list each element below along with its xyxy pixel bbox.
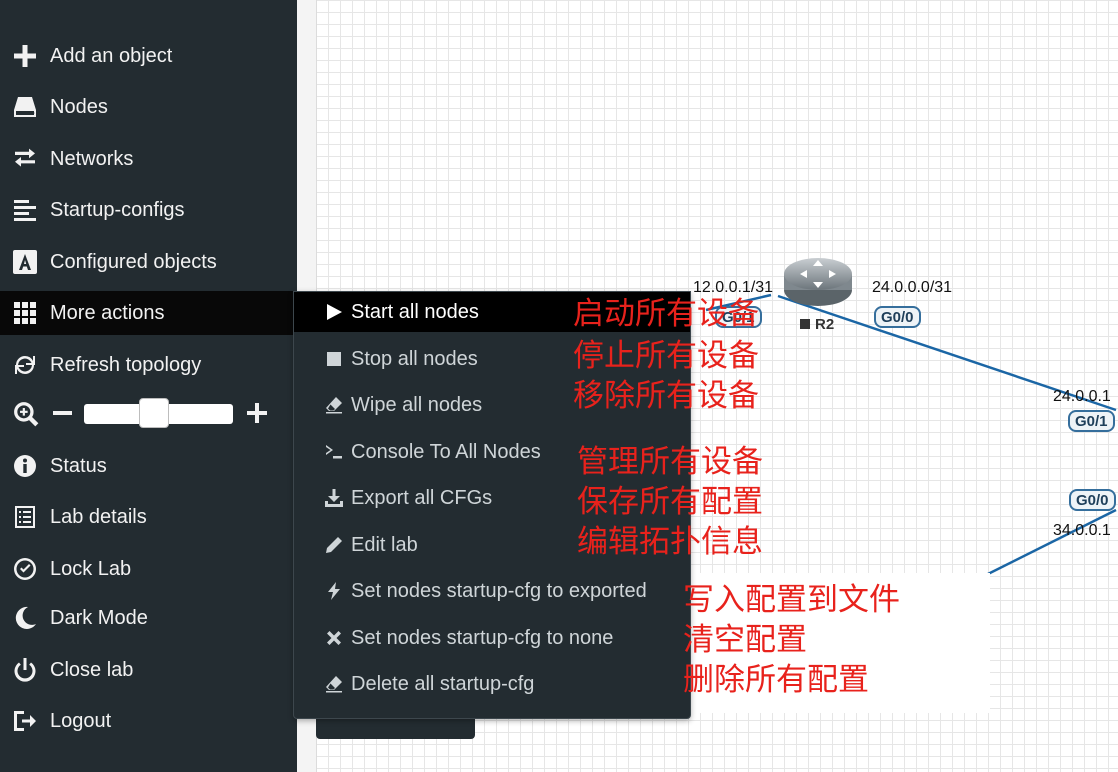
sidebar-item-label: Logout <box>50 709 112 732</box>
sidebar-item-label: More actions <box>50 301 165 324</box>
link-g00-lower[interactable] <box>985 508 1117 577</box>
logout-icon <box>12 708 38 734</box>
router-icon[interactable] <box>782 250 854 310</box>
zoom-icon <box>14 402 39 427</box>
terminal-icon <box>324 442 344 462</box>
menu-item-label: Wipe all nodes <box>351 393 483 416</box>
sidebar-item-label: Networks <box>50 147 134 170</box>
menu-item-label: Stop all nodes <box>351 347 478 370</box>
x-icon <box>324 628 344 648</box>
sidebar-item-label: Nodes <box>50 95 108 118</box>
sidebar-item-close-lab[interactable]: Close lab <box>0 648 297 692</box>
annotation-text: 启动所有设备 <box>573 296 759 332</box>
sidebar: Add an object Nodes Networks Startup-con… <box>0 0 300 772</box>
port-label[interactable]: G0/0 <box>1069 489 1116 511</box>
port-label[interactable]: G0/1 <box>1068 410 1115 432</box>
eraser-icon <box>324 395 344 415</box>
sidebar-item-more-actions[interactable]: More actions <box>0 291 300 335</box>
moon-icon <box>12 605 38 631</box>
hdd-icon <box>12 94 38 120</box>
sidebar-item-label: Refresh topology <box>50 353 202 376</box>
download-icon <box>324 488 344 508</box>
sidebar-item-networks[interactable]: Networks <box>0 137 297 181</box>
plus-icon <box>12 43 38 69</box>
play-icon <box>324 302 344 322</box>
power-icon <box>12 657 38 683</box>
annotation-text: 停止所有设备 <box>573 338 759 374</box>
interface-ip-label: 34.0.0.1 <box>1053 522 1111 539</box>
menu-item-label: Delete all startup-cfg <box>351 672 535 695</box>
sidebar-item-status[interactable]: Status <box>0 444 297 488</box>
menu-item-label: Start all nodes <box>351 300 479 323</box>
info-icon <box>12 453 38 479</box>
sidebar-item-label: Close lab <box>50 658 134 681</box>
sidebar-item-label: Lock Lab <box>50 557 132 580</box>
annotation-text: 删除所有配置 <box>683 662 869 698</box>
sidebar-item-refresh-topology[interactable]: Refresh topology <box>0 343 297 387</box>
align-left-icon <box>12 197 38 223</box>
bolt-icon <box>324 581 344 601</box>
sidebar-item-label: Add an object <box>50 44 173 67</box>
sidebar-item-label: Configured objects <box>50 250 217 273</box>
refresh-icon <box>12 352 38 378</box>
menu-item-label: Edit lab <box>351 533 418 556</box>
pencil-icon <box>324 535 344 555</box>
port-label[interactable]: G0/0 <box>874 306 921 328</box>
menu-item-label: Console To All Nodes <box>351 440 541 463</box>
sidebar-item-logout[interactable]: Logout <box>0 699 297 743</box>
menu-item-set-startup-cfg-none[interactable]: Set nodes startup-cfg to none <box>294 616 690 660</box>
interface-ip-label: 24.0.0.0/31 <box>872 279 953 296</box>
annotation-text: 清空配置 <box>683 622 807 658</box>
font-a-icon <box>12 249 38 275</box>
node-status-icon <box>800 319 810 329</box>
list-icon <box>12 504 38 530</box>
exchange-icon <box>12 146 38 172</box>
grid-icon <box>12 300 38 326</box>
sidebar-item-lock-lab[interactable]: Lock Lab <box>0 547 297 591</box>
annotation-text: 写入配置到文件 <box>683 582 900 618</box>
sidebar-item-startup-configs[interactable]: Startup-configs <box>0 188 297 232</box>
zoom-slider-thumb[interactable] <box>138 398 169 428</box>
sidebar-item-configured-objects[interactable]: Configured objects <box>0 240 297 284</box>
menu-item-set-startup-cfg-exported[interactable]: Set nodes startup-cfg to exported <box>294 569 690 613</box>
sidebar-item-label: Status <box>50 454 107 477</box>
stop-icon <box>324 349 344 369</box>
interface-ip-label: 24.0.0.1 <box>1053 388 1111 405</box>
annotation-text: 移除所有设备 <box>573 378 759 414</box>
annotation-text: 保存所有配置 <box>577 484 763 520</box>
eraser-icon <box>324 674 344 694</box>
annotation-text: 编辑拓扑信息 <box>577 524 763 560</box>
sidebar-item-dark-mode[interactable]: Dark Mode <box>0 596 297 640</box>
sidebar-item-label: Startup-configs <box>50 198 185 221</box>
check-circle-icon <box>12 556 38 582</box>
sidebar-item-add-object[interactable]: Add an object <box>0 34 297 78</box>
sidebar-item-label: Lab details <box>50 505 147 528</box>
sidebar-item-label: Dark Mode <box>50 606 148 629</box>
sidebar-item-nodes[interactable]: Nodes <box>0 85 297 129</box>
menu-item-label: Export all CFGs <box>351 486 493 509</box>
annotation-text: 管理所有设备 <box>577 444 763 480</box>
zoom-in-button[interactable] <box>246 402 268 424</box>
menu-item-delete-all-startup-cfg[interactable]: Delete all startup-cfg <box>294 662 690 706</box>
menu-item-label: Set nodes startup-cfg to exported <box>351 579 647 602</box>
zoom-out-button[interactable] <box>53 411 72 415</box>
menu-item-label: Set nodes startup-cfg to none <box>351 626 614 649</box>
sidebar-item-lab-details[interactable]: Lab details <box>0 495 297 539</box>
node-label-r2[interactable]: R2 <box>800 316 834 333</box>
